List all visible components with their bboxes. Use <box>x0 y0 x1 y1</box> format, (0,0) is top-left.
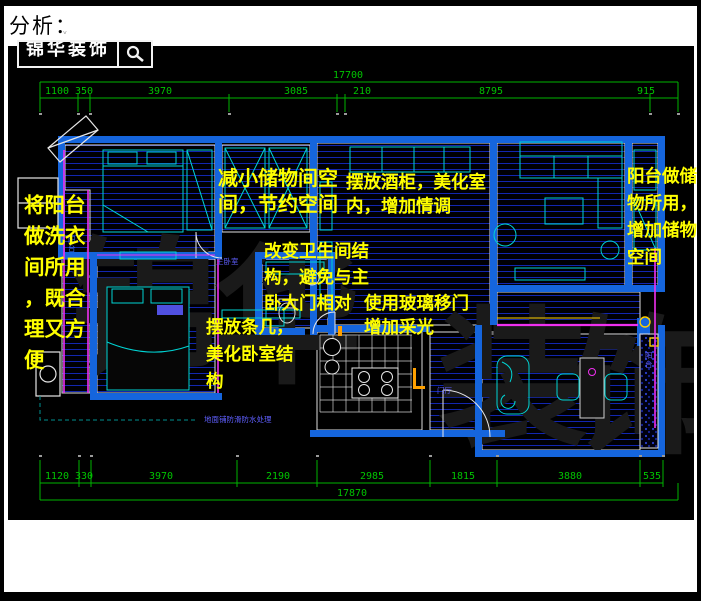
frame-top-border <box>0 0 701 6</box>
note-glass-sliding-door: 使用玻璃移门 增加采光 <box>364 292 469 340</box>
note-bathroom-structure: 改变卫生间结 构，避免与主 卧大门相对 <box>264 239 369 317</box>
dim-top-4: 3085 <box>284 86 308 97</box>
frame-bottom-border <box>0 592 701 601</box>
dim-bot-6: 1815 <box>451 471 475 482</box>
analysis-label: 分析： <box>9 10 78 40</box>
dim-bot-5: 2985 <box>360 471 384 482</box>
note-wine-cabinet: 摆放酒柜，美化室 内，增加情调 <box>346 171 486 219</box>
dim-bot-8: 535 <box>643 471 661 482</box>
dim-bot-4: 2190 <box>266 471 290 482</box>
dim-bot-1: 1120 <box>45 471 69 482</box>
logo-text: 锦华装饰 <box>19 40 117 66</box>
dim-top-7: 915 <box>637 86 655 97</box>
bed-master <box>107 287 189 390</box>
dim-bot-7: 3880 <box>558 471 582 482</box>
magnifier-icon <box>117 42 151 66</box>
note-console-table: 摆放条几， 美化卧室结 构 <box>206 315 294 396</box>
frame-left-border <box>0 0 4 601</box>
dim-top-6: 8795 <box>479 86 503 97</box>
label-master-bedroom: 主卧室 <box>216 258 239 267</box>
label-floor-treatment: 地面铺防滑防水处理 <box>204 416 272 425</box>
dim-bot-3: 3970 <box>149 471 173 482</box>
dim-top-5: 210 <box>353 86 371 97</box>
note-laundry-balcony: 将阳台 做洗衣 间所用 ，既合 理又方 便 <box>24 190 86 376</box>
dim-top-2: 350 <box>75 86 93 97</box>
dim-top-3: 3970 <box>148 86 172 97</box>
label-hall: 门厅 <box>437 387 452 396</box>
dim-bot-2: 330 <box>75 471 93 482</box>
dim-bot-total: 17870 <box>337 488 367 499</box>
dim-top-1: 1100 <box>45 86 69 97</box>
dim-top-total: 17700 <box>333 70 363 81</box>
label-balcony-right: 阳台 <box>645 352 654 369</box>
page: 锦 华 装 饰 <box>0 0 701 601</box>
frame-right-border <box>697 0 701 601</box>
note-balcony-storage: 阳台做储 物所用， 增加储物 空间 <box>627 164 697 272</box>
note-reduce-storage: 减小储物间空 间，节约空间 <box>218 165 338 217</box>
cursor-artifact: ᵥ <box>63 26 67 37</box>
company-logo: 锦华装饰 <box>17 40 153 68</box>
